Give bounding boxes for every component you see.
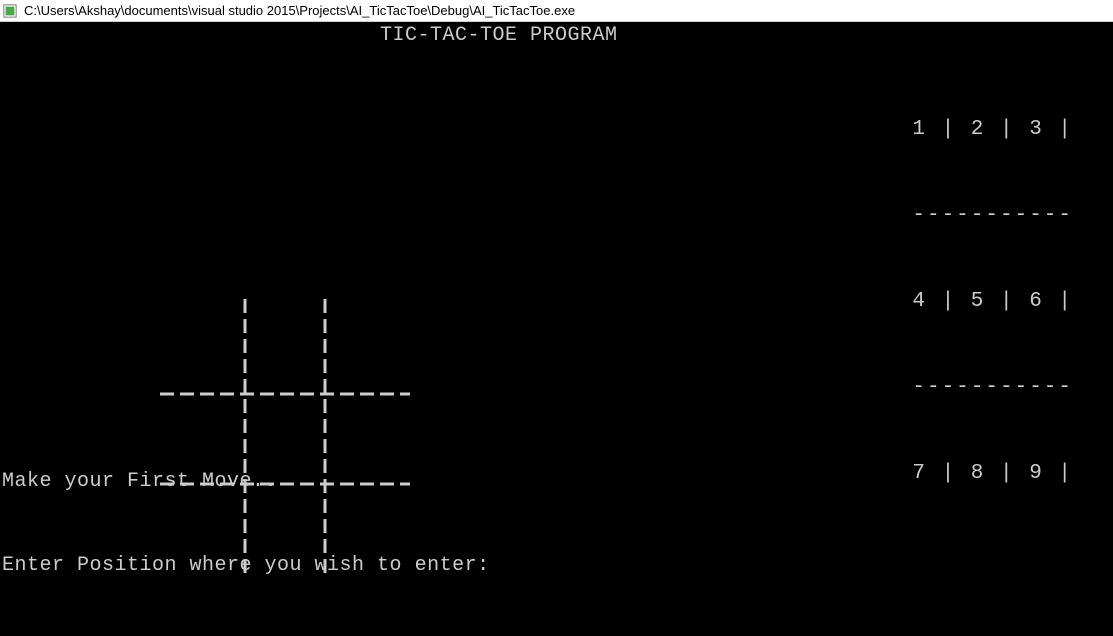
position-legend: 1 | 2 | 3 | ----------- 4 | 5 | 6 | ----… [912, 58, 1073, 545]
window-titlebar: C:\Users\Akshay\documents\visual studio … [0, 0, 1113, 22]
console-area[interactable]: TIC-TAC-TOE PROGRAM 1 | 2 | 3 | --------… [0, 22, 1113, 636]
program-heading: TIC-TAC-TOE PROGRAM [380, 22, 618, 49]
prompt-line-1: Make your First Move.. [2, 468, 490, 496]
legend-row-2: 4 | 5 | 6 | [912, 287, 1073, 316]
prompt-line-2: Enter Position where you wish to enter: [2, 552, 490, 580]
legend-separator: ----------- [912, 201, 1073, 230]
legend-separator: ----------- [912, 373, 1073, 402]
input-prompt: Make your First Move.. Enter Position wh… [2, 412, 490, 636]
legend-row-3: 7 | 8 | 9 | [912, 459, 1073, 488]
app-icon [2, 3, 18, 19]
legend-row-1: 1 | 2 | 3 | [912, 115, 1073, 144]
window-title: C:\Users\Akshay\documents\visual studio … [24, 3, 575, 18]
